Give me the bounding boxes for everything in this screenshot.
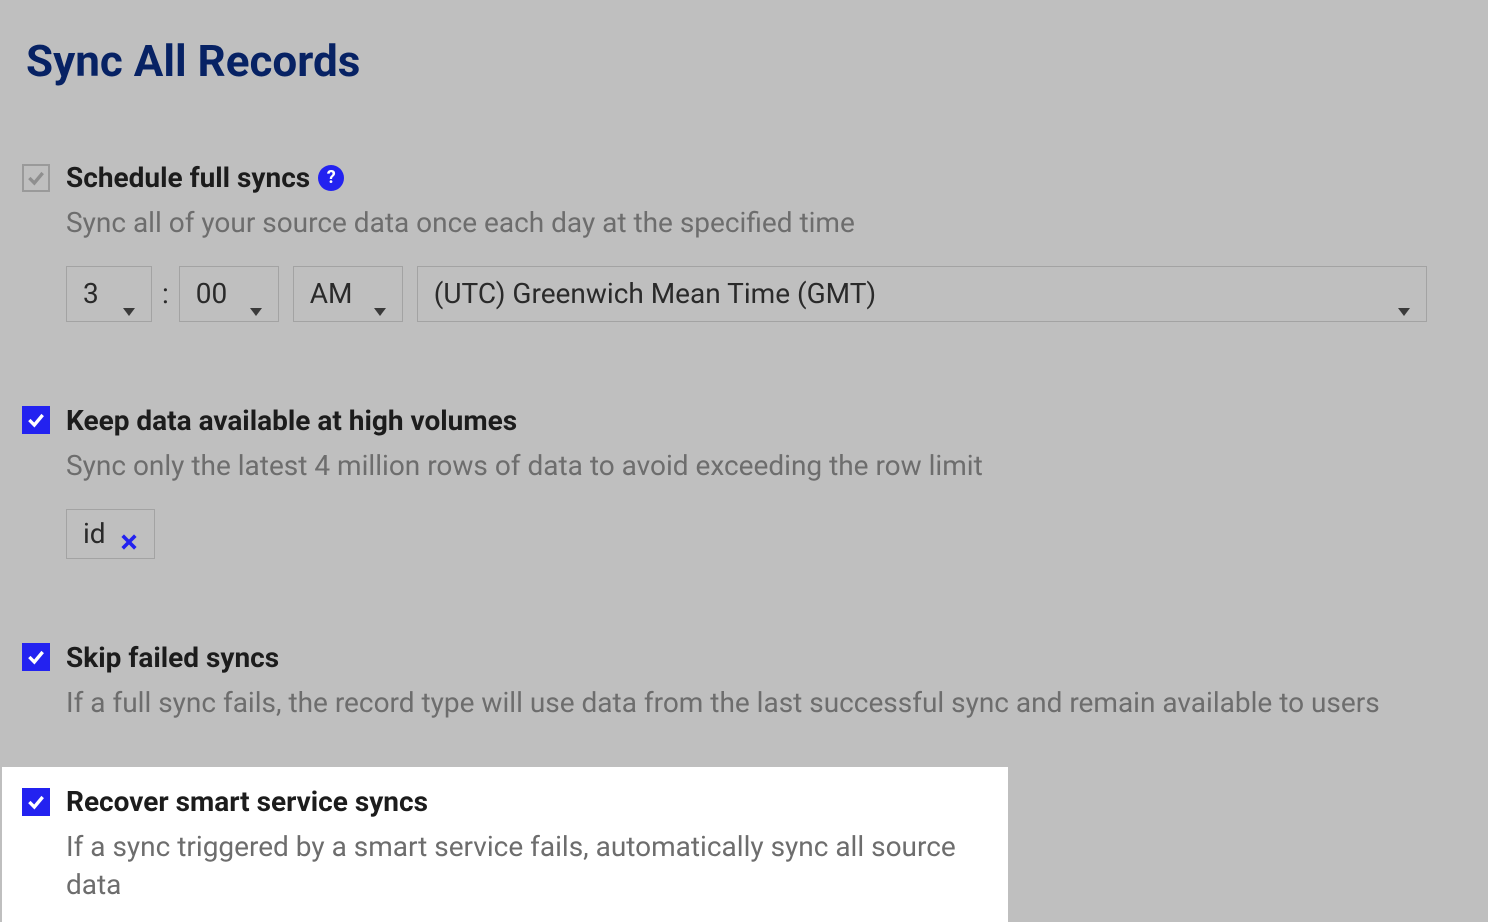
- check-icon: [26, 647, 46, 667]
- check-icon: [26, 792, 46, 812]
- skip-failed-header: Skip failed syncs: [22, 641, 1462, 674]
- timezone-select[interactable]: (UTC) Greenwich Mean Time (GMT): [417, 266, 1427, 322]
- high-volume-desc: Sync only the latest 4 million rows of d…: [66, 447, 1462, 485]
- recover-checkbox[interactable]: [22, 788, 50, 816]
- recover-desc: If a sync triggered by a smart service f…: [66, 828, 982, 904]
- ampm-select[interactable]: AM: [293, 266, 403, 322]
- section-recover: Recover smart service syncs If a sync tr…: [2, 767, 1008, 922]
- check-icon: [26, 168, 46, 188]
- minute-value: 00: [196, 277, 227, 310]
- high-volume-checkbox[interactable]: [22, 406, 50, 434]
- chip-id: id: [66, 509, 155, 559]
- time-row: 3 : 00 AM (UTC) Greenwich Mean Time (GMT…: [66, 266, 1462, 322]
- schedule-desc: Sync all of your source data once each d…: [66, 204, 1462, 242]
- time-colon: :: [162, 277, 169, 310]
- close-icon[interactable]: [120, 525, 138, 543]
- minute-select[interactable]: 00: [179, 266, 279, 322]
- caret-down-icon: [1398, 290, 1410, 298]
- caret-down-icon: [250, 290, 262, 298]
- section-schedule-header: Schedule full syncs ?: [22, 161, 1462, 194]
- timezone-value: (UTC) Greenwich Mean Time (GMT): [434, 277, 876, 310]
- chip-label: id: [83, 517, 106, 550]
- schedule-checkbox[interactable]: [22, 164, 50, 192]
- ampm-value: AM: [310, 277, 353, 310]
- section-skip-failed: Skip failed syncs If a full sync fails, …: [0, 623, 1488, 740]
- skip-failed-label: Skip failed syncs: [66, 641, 279, 674]
- high-volume-label: Keep data available at high volumes: [66, 404, 517, 437]
- schedule-label: Schedule full syncs: [66, 161, 310, 194]
- section-high-volume: Keep data available at high volumes Sync…: [0, 386, 1488, 577]
- section-schedule: Schedule full syncs ? Sync all of your s…: [0, 143, 1488, 340]
- hour-select[interactable]: 3: [66, 266, 152, 322]
- caret-down-icon: [374, 290, 386, 298]
- page-title: Sync All Records: [0, 0, 1488, 87]
- caret-down-icon: [123, 290, 135, 298]
- help-icon[interactable]: ?: [318, 165, 344, 191]
- recover-label: Recover smart service syncs: [66, 785, 428, 818]
- check-icon: [26, 410, 46, 430]
- skip-failed-checkbox[interactable]: [22, 643, 50, 671]
- hour-value: 3: [83, 277, 99, 310]
- recover-header: Recover smart service syncs: [22, 785, 982, 818]
- high-volume-header: Keep data available at high volumes: [22, 404, 1462, 437]
- skip-failed-desc: If a full sync fails, the record type wi…: [66, 684, 1462, 722]
- schedule-label-row: Schedule full syncs ?: [66, 161, 344, 194]
